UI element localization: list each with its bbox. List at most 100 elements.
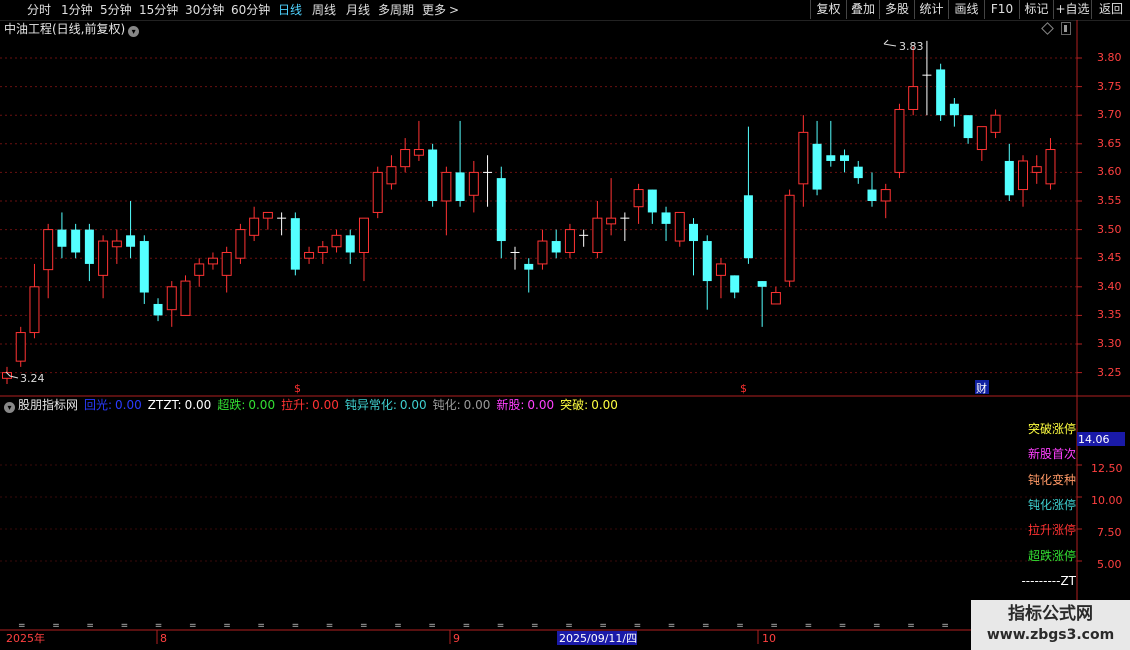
legend-value: 0.00 (591, 398, 618, 412)
price-tick: 3.80 (1097, 51, 1122, 64)
candle-body (441, 171, 452, 202)
candle-body (730, 275, 740, 293)
indicator-tick: 5.00 (1097, 558, 1122, 571)
indicator-signal-label: 新股首次 (1027, 447, 1076, 461)
legend-label: 钝化: (432, 398, 461, 412)
candle-body (468, 171, 479, 196)
candle-body (84, 229, 94, 264)
candle-body (15, 332, 26, 362)
indicator-legend: 回光: 0.00 ZTZT: 0.00 超跌: 0.00 拉升: 0.00 钝异常化: 0.00 钝… (84, 397, 624, 413)
candle-body (840, 155, 850, 161)
candle-body (606, 217, 617, 225)
candle (331, 229, 342, 253)
candle-body (139, 241, 149, 293)
date-tick-mark: = (189, 621, 197, 631)
candle-body (812, 143, 822, 190)
candle (496, 166, 506, 259)
candle (317, 241, 328, 264)
date-year-label: 2025年 (6, 631, 45, 645)
candle (139, 235, 149, 304)
date-tick-mark: = (839, 621, 847, 631)
date-tick-mark: = (86, 621, 94, 631)
date-month-8: 8 (160, 632, 167, 645)
candle-body (551, 241, 561, 253)
candle (194, 258, 205, 287)
candle (29, 263, 40, 339)
indicator-tick: 7.50 (1097, 526, 1122, 539)
candle-body (908, 86, 919, 110)
candle-body (757, 281, 767, 287)
candle (592, 201, 603, 259)
watermark-title: 指标公式网 (1008, 604, 1093, 624)
date-tick-mark: = (394, 621, 402, 631)
date-tick-mark: = (770, 621, 778, 631)
candle (990, 109, 1001, 139)
legend-label: 钝异常化: (344, 398, 397, 412)
date-tick-mark: = (52, 621, 60, 631)
candle (468, 160, 479, 213)
price-tick: 3.45 (1097, 251, 1122, 264)
price-tick: 3.70 (1097, 108, 1122, 121)
candle-body (207, 257, 218, 265)
candle-body (153, 303, 163, 316)
candle (743, 126, 753, 264)
candle (949, 98, 959, 127)
candle-body (880, 189, 891, 202)
candle (674, 211, 685, 247)
legend-item: 新股: 0.00 (496, 398, 554, 412)
candle (1045, 138, 1056, 190)
candle (180, 275, 191, 316)
date-tick-mark: = (668, 621, 676, 631)
date-tick-mark: = (360, 621, 368, 631)
candle-body (1031, 166, 1042, 173)
candle (441, 166, 452, 236)
candle-body (317, 246, 328, 253)
candle (483, 155, 493, 207)
candle-body (537, 240, 548, 265)
legend-value: 0.00 (463, 398, 491, 412)
candle-body (661, 212, 671, 224)
kline-chart[interactable]: 3.80 3.75 3.70 3.65 3.60 3.55 3.50 3.45 … (0, 0, 1130, 650)
candle (235, 223, 246, 264)
indicator-tick: 10.00 (1091, 494, 1123, 507)
candle (1031, 155, 1042, 184)
dividend-marker: $ (294, 382, 301, 395)
candle-body (524, 263, 534, 270)
candle (606, 178, 617, 236)
candle-body (372, 171, 383, 213)
candle (702, 235, 712, 310)
candle (262, 211, 273, 230)
candle-body (235, 229, 246, 259)
candle (537, 229, 548, 270)
date-month-9: 9 (453, 632, 460, 645)
candle (153, 298, 163, 322)
candle (730, 275, 740, 299)
candle (277, 212, 287, 236)
indicator-signal-label: 拉升涨停 (1027, 523, 1076, 537)
candle (867, 172, 877, 207)
candle-body (715, 263, 726, 276)
indicator-name[interactable]: ▾ 股朋指标网 (4, 397, 78, 413)
candle (413, 120, 424, 161)
date-tick-mark: = (155, 621, 163, 631)
candle (84, 223, 94, 282)
legend-value: 0.00 (312, 398, 339, 412)
legend-item: 突破: 0.00 (560, 398, 618, 412)
candle (579, 229, 589, 247)
candle-body (592, 217, 603, 253)
candle (689, 218, 698, 276)
candle-body (798, 131, 809, 185)
price-tick: 3.65 (1097, 137, 1122, 150)
candle-body (71, 229, 81, 253)
legend-label: 突破: (560, 398, 589, 412)
candle (400, 138, 411, 173)
candle (428, 143, 438, 207)
date-tick-mark: = (428, 621, 436, 631)
legend-label: 拉升: (281, 398, 310, 412)
candle (207, 252, 218, 270)
indicator-name-label: 股朋指标网 (18, 398, 79, 412)
legend-item: 回光: 0.00 (84, 398, 142, 412)
candle-body (853, 166, 863, 179)
chevron-down-icon[interactable]: ▾ (4, 402, 15, 413)
candle (840, 149, 850, 173)
